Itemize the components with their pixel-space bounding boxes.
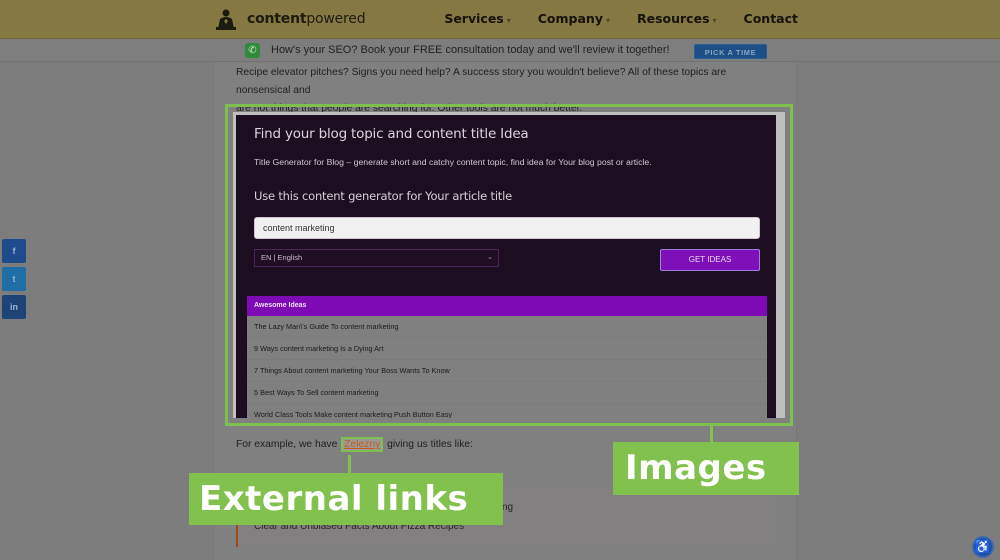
logo-icon xyxy=(216,9,236,30)
linkedin-share-button[interactable]: in xyxy=(2,295,26,319)
list-item: The Lazy Man\'s Guide To content marketi… xyxy=(247,316,767,338)
external-links-connector xyxy=(348,455,351,473)
pick-a-time-button[interactable]: PICK A TIME xyxy=(694,44,767,59)
chevron-down-icon: ▾ xyxy=(605,15,610,25)
accessibility-button[interactable]: ♿ xyxy=(972,536,994,558)
main-nav: Services ▾ Company ▾ Resources ▾ Contact xyxy=(444,11,798,26)
chevron-down-icon: ▾ xyxy=(506,15,511,25)
images-connector xyxy=(710,426,713,442)
list-item: 5 Best Ways To Sell content marketing xyxy=(247,382,767,404)
example-paragraph: For example, we have Zelezny giving us t… xyxy=(236,437,473,452)
nav-company[interactable]: Company ▾ xyxy=(538,11,610,26)
zelezny-link[interactable]: Zelezny xyxy=(344,439,380,450)
images-callout: Images xyxy=(613,442,799,495)
topic-input[interactable] xyxy=(254,217,760,239)
tool-heading: Use this content generator for Your arti… xyxy=(254,189,512,203)
promo-bar: ✆ How's your SEO? Book your FREE consult… xyxy=(0,40,1000,62)
ideas-header: Awesome Ideas xyxy=(247,296,767,316)
intro-line: Recipe elevator pitches? Signs you need … xyxy=(236,67,727,96)
list-item: 7 Things About content marketing Your Bo… xyxy=(247,360,767,382)
example-text: For example, we have xyxy=(236,439,341,450)
facebook-icon: f xyxy=(12,246,16,256)
tool-title: Find your blog topic and content title I… xyxy=(254,126,529,142)
quote-line: ng xyxy=(502,502,514,513)
logo-text: contentpowered xyxy=(247,11,366,27)
chevron-down-icon: ⌄ xyxy=(487,254,493,261)
title-generator-screenshot: Find your blog topic and content title I… xyxy=(236,115,776,418)
list-item: 9 Ways content marketing Is a Dying Art xyxy=(247,338,767,360)
external-link-highlight: Zelezny xyxy=(341,437,384,452)
get-ideas-button[interactable]: GET IDEAS xyxy=(660,249,760,271)
example-text: giving us titles like: xyxy=(384,439,473,450)
external-links-callout: External links xyxy=(189,473,503,525)
nav-services[interactable]: Services ▾ xyxy=(444,11,510,26)
nav-resources[interactable]: Resources ▾ xyxy=(637,11,717,26)
twitter-share-button[interactable]: t xyxy=(2,267,26,291)
tool-subtitle: Title Generator for Blog – generate shor… xyxy=(254,157,652,167)
list-item: World Class Tools Make content marketing… xyxy=(247,404,767,418)
language-select[interactable]: EN | English ⌄ xyxy=(254,249,499,267)
ideas-list: The Lazy Man\'s Guide To content marketi… xyxy=(247,316,767,418)
nav-contact[interactable]: Contact xyxy=(744,11,798,26)
ideas-panel: Awesome Ideas The Lazy Man\'s Guide To c… xyxy=(247,296,767,418)
twitter-icon: t xyxy=(12,274,16,284)
phone-icon: ✆ xyxy=(245,43,260,58)
promo-text: How's your SEO? Book your FREE consultat… xyxy=(271,44,670,56)
language-select-value: EN | English xyxy=(261,253,303,262)
linkedin-icon: in xyxy=(10,302,18,312)
chevron-down-icon: ▾ xyxy=(712,15,717,25)
site-header: contentpowered Services ▾ Company ▾ Resour… xyxy=(0,0,1000,39)
facebook-share-button[interactable]: f xyxy=(2,239,26,263)
accessibility-icon: ♿ xyxy=(974,539,992,554)
logo[interactable]: contentpowered xyxy=(214,7,366,31)
